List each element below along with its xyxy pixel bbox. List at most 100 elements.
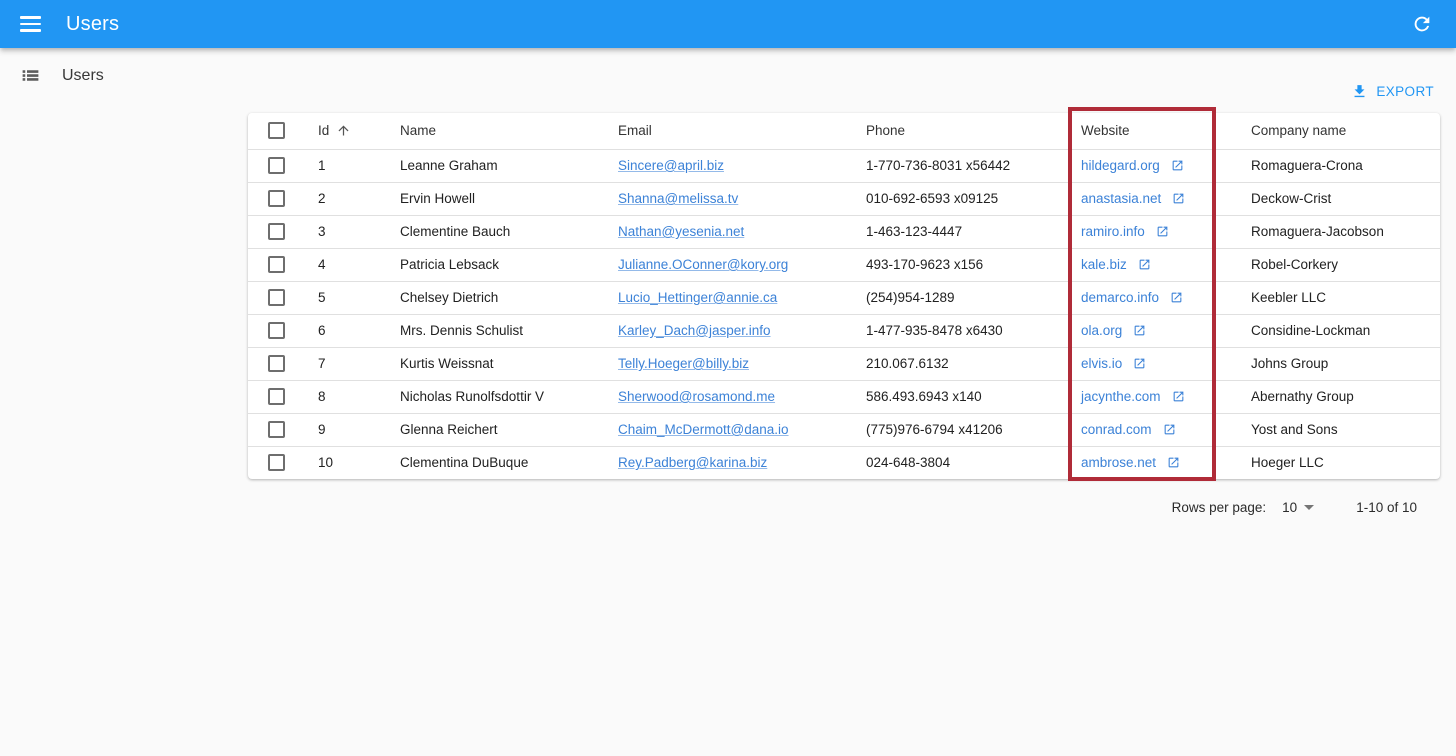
cell-company: Considine-Lockman xyxy=(1235,314,1440,347)
cell-phone: 493-170-9623 x156 xyxy=(850,248,1065,281)
export-button-label: EXPORT xyxy=(1376,84,1434,99)
cell-id: 7 xyxy=(302,347,384,380)
cell-name: Mrs. Dennis Schulist xyxy=(384,314,602,347)
website-link[interactable]: kale.biz xyxy=(1081,257,1127,272)
row-checkbox[interactable] xyxy=(268,355,285,372)
table-row[interactable]: 4 Patricia Lebsack Julianne.OConner@kory… xyxy=(248,248,1440,281)
external-link-icon xyxy=(1163,423,1176,436)
website-link[interactable]: jacynthe.com xyxy=(1081,389,1161,404)
cell-company: Romaguera-Crona xyxy=(1235,149,1440,182)
list-icon xyxy=(20,65,41,86)
email-link[interactable]: Sincere@april.biz xyxy=(618,158,724,173)
cell-company: Robel-Corkery xyxy=(1235,248,1440,281)
users-table-card: Id Name Email Phone Website Company name… xyxy=(248,113,1440,479)
website-link[interactable]: ola.org xyxy=(1081,323,1122,338)
column-header-website[interactable]: Website xyxy=(1065,113,1235,149)
cell-phone: 024-648-3804 xyxy=(850,446,1065,479)
cell-id: 8 xyxy=(302,380,384,413)
website-link[interactable]: ramiro.info xyxy=(1081,224,1145,239)
select-all-checkbox[interactable] xyxy=(268,122,285,139)
cell-name: Chelsey Dietrich xyxy=(384,281,602,314)
rows-per-page-select[interactable]: 10 xyxy=(1282,500,1314,515)
cell-id: 4 xyxy=(302,248,384,281)
email-link[interactable]: Julianne.OConner@kory.org xyxy=(618,257,788,272)
email-link[interactable]: Lucio_Hettinger@annie.ca xyxy=(618,290,777,305)
email-link[interactable]: Karley_Dach@jasper.info xyxy=(618,323,771,338)
website-link[interactable]: hildegard.org xyxy=(1081,158,1160,173)
table-row[interactable]: 10 Clementina DuBuque Rey.Padberg@karina… xyxy=(248,446,1440,479)
external-link-icon xyxy=(1172,192,1185,205)
cell-phone: 1-477-935-8478 x6430 xyxy=(850,314,1065,347)
pagination-range: 1-10 of 10 xyxy=(1356,500,1417,515)
app-bar: Users xyxy=(0,0,1456,48)
website-link[interactable]: anastasia.net xyxy=(1081,191,1161,206)
menu-icon[interactable] xyxy=(20,12,44,36)
rows-per-page-label: Rows per page: xyxy=(1172,500,1267,515)
cell-company: Keebler LLC xyxy=(1235,281,1440,314)
cell-phone: 1-770-736-8031 x56442 xyxy=(850,149,1065,182)
table-row[interactable]: 3 Clementine Bauch Nathan@yesenia.net 1-… xyxy=(248,215,1440,248)
export-button[interactable]: EXPORT xyxy=(1345,79,1440,104)
table-row[interactable]: 8 Nicholas Runolfsdottir V Sherwood@rosa… xyxy=(248,380,1440,413)
email-link[interactable]: Telly.Hoeger@billy.biz xyxy=(618,356,749,371)
cell-name: Kurtis Weissnat xyxy=(384,347,602,380)
email-link[interactable]: Nathan@yesenia.net xyxy=(618,224,744,239)
external-link-icon xyxy=(1170,291,1183,304)
website-link[interactable]: demarco.info xyxy=(1081,290,1159,305)
website-link[interactable]: ambrose.net xyxy=(1081,455,1156,470)
cell-company: Johns Group xyxy=(1235,347,1440,380)
cell-name: Ervin Howell xyxy=(384,182,602,215)
row-checkbox[interactable] xyxy=(268,223,285,240)
email-link[interactable]: Rey.Padberg@karina.biz xyxy=(618,455,767,470)
rows-per-page-value: 10 xyxy=(1282,500,1297,515)
table-header-row: Id Name Email Phone Website Company name xyxy=(248,113,1440,149)
external-link-icon xyxy=(1138,258,1151,271)
cell-name: Clementine Bauch xyxy=(384,215,602,248)
row-checkbox[interactable] xyxy=(268,157,285,174)
external-link-icon xyxy=(1156,225,1169,238)
pagination-bar: Rows per page: 10 1-10 of 10 xyxy=(1172,495,1417,519)
table-row[interactable]: 1 Leanne Graham Sincere@april.biz 1-770-… xyxy=(248,149,1440,182)
email-link[interactable]: Sherwood@rosamond.me xyxy=(618,389,775,404)
cell-name: Leanne Graham xyxy=(384,149,602,182)
row-checkbox[interactable] xyxy=(268,454,285,471)
table-row[interactable]: 6 Mrs. Dennis Schulist Karley_Dach@jaspe… xyxy=(248,314,1440,347)
email-link[interactable]: Shanna@melissa.tv xyxy=(618,191,738,206)
cell-id: 6 xyxy=(302,314,384,347)
users-table: Id Name Email Phone Website Company name… xyxy=(248,113,1440,479)
email-link[interactable]: Chaim_McDermott@dana.io xyxy=(618,422,789,437)
website-link[interactable]: elvis.io xyxy=(1081,356,1122,371)
row-checkbox[interactable] xyxy=(268,322,285,339)
external-link-icon xyxy=(1171,159,1184,172)
website-link[interactable]: conrad.com xyxy=(1081,422,1152,437)
external-link-icon xyxy=(1133,357,1146,370)
column-header-company-name[interactable]: Company name xyxy=(1235,113,1440,149)
cell-name: Clementina DuBuque xyxy=(384,446,602,479)
page-title: Users xyxy=(62,67,104,85)
cell-name: Nicholas Runolfsdottir V xyxy=(384,380,602,413)
column-header-name[interactable]: Name xyxy=(384,113,602,149)
cell-id: 9 xyxy=(302,413,384,446)
row-checkbox[interactable] xyxy=(268,388,285,405)
table-row[interactable]: 5 Chelsey Dietrich Lucio_Hettinger@annie… xyxy=(248,281,1440,314)
row-checkbox[interactable] xyxy=(268,421,285,438)
table-row[interactable]: 7 Kurtis Weissnat Telly.Hoeger@billy.biz… xyxy=(248,347,1440,380)
cell-name: Glenna Reichert xyxy=(384,413,602,446)
column-header-phone[interactable]: Phone xyxy=(850,113,1065,149)
row-checkbox[interactable] xyxy=(268,190,285,207)
cell-phone: 210.067.6132 xyxy=(850,347,1065,380)
row-checkbox[interactable] xyxy=(268,256,285,273)
row-checkbox[interactable] xyxy=(268,289,285,306)
refresh-icon[interactable] xyxy=(1404,6,1440,42)
column-header-email[interactable]: Email xyxy=(602,113,850,149)
column-header-id[interactable]: Id xyxy=(318,123,351,138)
cell-company: Yost and Sons xyxy=(1235,413,1440,446)
cell-company: Hoeger LLC xyxy=(1235,446,1440,479)
cell-phone: (254)954-1289 xyxy=(850,281,1065,314)
cell-id: 5 xyxy=(302,281,384,314)
table-row[interactable]: 2 Ervin Howell Shanna@melissa.tv 010-692… xyxy=(248,182,1440,215)
table-row[interactable]: 9 Glenna Reichert Chaim_McDermott@dana.i… xyxy=(248,413,1440,446)
cell-company: Romaguera-Jacobson xyxy=(1235,215,1440,248)
cell-phone: (775)976-6794 x41206 xyxy=(850,413,1065,446)
cell-id: 1 xyxy=(302,149,384,182)
